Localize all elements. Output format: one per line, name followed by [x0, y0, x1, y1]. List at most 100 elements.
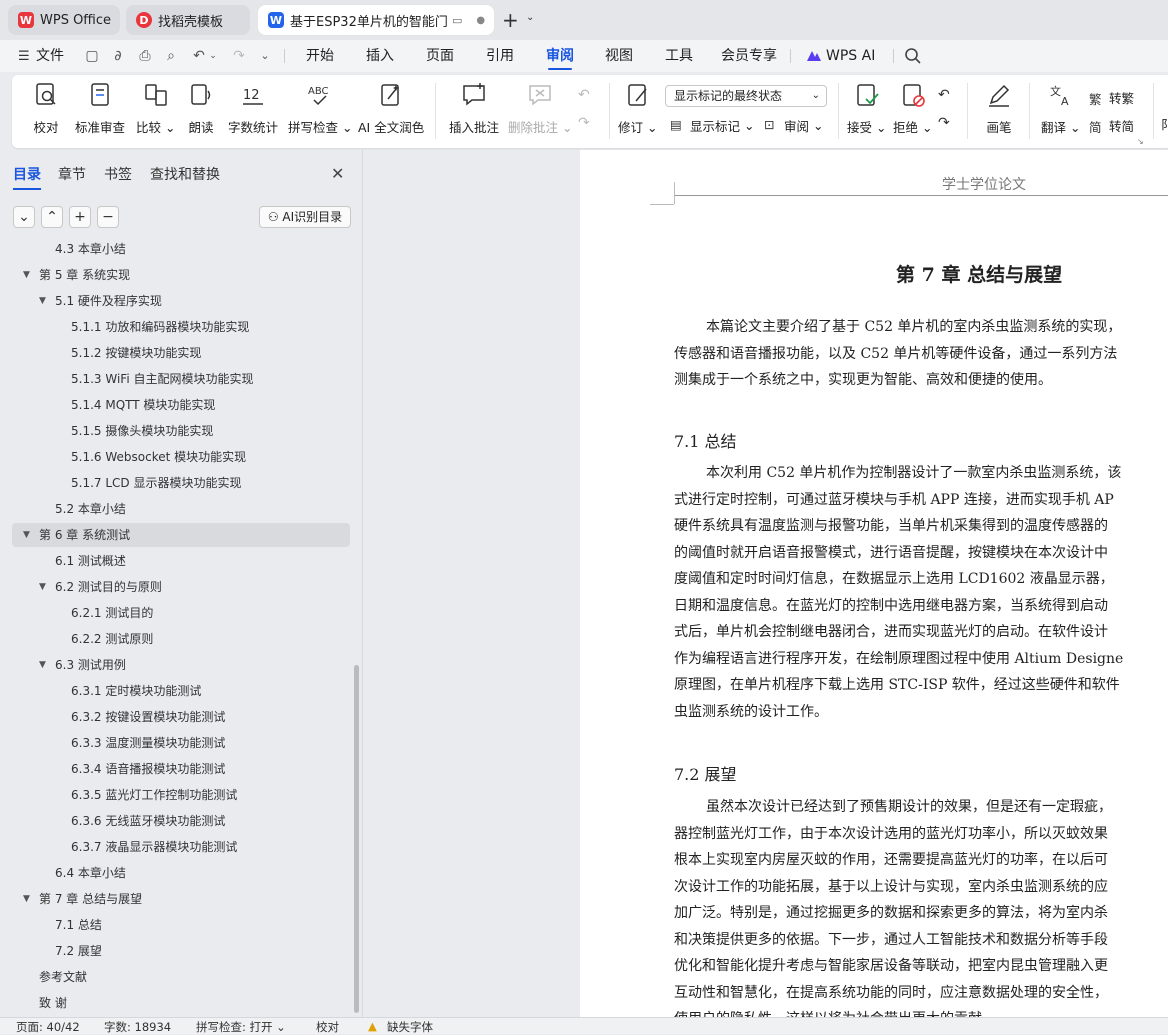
accept-button[interactable]: 接受 ⌄ [847, 81, 886, 143]
page-indicator[interactable]: 页面: 40/42 [16, 1019, 80, 1035]
show-markup-button[interactable]: ▤ 显示标记 ⌄ [670, 114, 754, 136]
translate-button[interactable]: 文A 翻译 ⌄ [1041, 81, 1080, 143]
expand-arrow-icon[interactable]: ▼ [39, 653, 46, 677]
proofread-button[interactable]: 校对 [32, 81, 60, 143]
missing-font-status[interactable]: 缺失字体 [387, 1019, 433, 1035]
toc-item[interactable]: 6.3.7 液晶显示器模块功能测试 [71, 835, 237, 859]
toc-item[interactable]: 7.1 总结 [55, 913, 102, 937]
add-heading-button[interactable]: + [69, 206, 91, 228]
toc-item[interactable]: 参考文献 [39, 965, 87, 989]
tab-toc[interactable]: 目录 [13, 164, 41, 190]
proofread-status[interactable]: 校对 [316, 1019, 339, 1035]
toc-item[interactable]: 致 谢 [39, 991, 67, 1015]
tab-document[interactable]: W 基于ESP32单片机的智能门铃 ▭ ● [258, 5, 494, 35]
standard-review-button[interactable]: 标准审查 [75, 81, 125, 143]
menu-references[interactable]: 引用 [486, 40, 514, 72]
toc-item[interactable]: 6.3.6 无线蓝牙模块功能测试 [71, 809, 225, 833]
word-count-button[interactable]: 12 字数统计 [228, 81, 278, 143]
toc-item[interactable]: 5.1.4 MQTT 模块功能实现 [71, 393, 215, 417]
word-count-indicator[interactable]: 字数: 18934 [104, 1019, 171, 1035]
menu-start[interactable]: 开始 [306, 40, 334, 72]
toc-item[interactable]: 6.2.2 测试原则 [71, 627, 153, 651]
menu-insert[interactable]: 插入 [366, 40, 394, 72]
expand-arrow-icon[interactable]: ▼ [23, 263, 30, 287]
tab-find-replace[interactable]: 查找和替换 [150, 164, 220, 184]
dialog-launcher-icon[interactable]: ↘ [1137, 137, 1144, 146]
markup-view-select[interactable]: 显示标记的最终状态 ⌄ [665, 85, 827, 107]
print-preview-icon[interactable]: ⌕ [163, 48, 179, 64]
unsaved-dot-icon[interactable]: ● [476, 15, 485, 26]
toc-item[interactable]: 5.1.3 WiFi 自主配网模块功能实现 [71, 367, 253, 391]
toc-item[interactable]: 5.1.6 Websocket 模块功能实现 [71, 445, 246, 469]
insert-comment-button[interactable]: 插入批注 [449, 81, 499, 143]
to-simplified-button[interactable]: 简 转简 [1089, 114, 1134, 136]
toc-item[interactable]: 5.1.7 LCD 显示器模块功能实现 [71, 471, 241, 495]
print-icon[interactable]: ⎙ [137, 48, 153, 64]
menu-tools[interactable]: 工具 [665, 40, 693, 72]
toc-item[interactable]: 6.4 本章小结 [55, 861, 126, 885]
toc-item[interactable]: 第 7 章 总结与展望 [39, 887, 142, 911]
toc-item[interactable]: 5.1.2 按键模块功能实现 [71, 341, 201, 365]
reject-button[interactable]: 拒绝 ⌄ [893, 81, 932, 143]
spell-check-button[interactable]: ABC 拼写检查 ⌄ [288, 81, 352, 143]
chevron-down-icon[interactable]: ⌄ [526, 12, 534, 23]
toc-item[interactable]: 6.2 测试目的与原则 [55, 575, 162, 599]
toc-item[interactable]: 6.3.5 蓝光灯工作控制功能测试 [71, 783, 237, 807]
pen-button[interactable]: 画笔 [985, 81, 1013, 143]
to-traditional-button[interactable]: 繁 转繁 [1089, 86, 1134, 108]
new-tab-icon[interactable]: + [502, 8, 519, 32]
tab-docer[interactable]: D 找稻壳模板 [126, 5, 250, 35]
toc-item[interactable]: 6.1 测试概述 [55, 549, 126, 573]
ai-toc-button[interactable]: ⚇ AI识别目录 [259, 206, 351, 228]
toc-item[interactable]: 6.3.2 按键设置模块功能测试 [71, 705, 225, 729]
hamburger-icon[interactable]: ☰ [18, 49, 30, 64]
tab-wps-office[interactable]: W WPS Office [8, 5, 120, 35]
search-icon[interactable] [904, 47, 922, 65]
remove-heading-button[interactable]: − [97, 206, 119, 228]
toc-item[interactable]: 6.3.3 温度测量模块功能测试 [71, 731, 225, 755]
toc-item[interactable]: 第 5 章 系统实现 [39, 263, 130, 287]
save-icon[interactable]: ▢ [84, 48, 100, 64]
tab-label: 基于ESP32单片机的智能门铃 [290, 14, 448, 30]
expand-arrow-icon[interactable]: ▼ [23, 887, 30, 911]
toc-item[interactable]: 6.2.1 测试目的 [71, 601, 153, 625]
more-dropdown-icon[interactable]: ⌄ [257, 48, 273, 64]
previous-change-icon[interactable]: ↶ [938, 87, 950, 103]
toc-scrollbar[interactable] [354, 665, 359, 1013]
ribbon-overflow-label[interactable]: 阝 [1161, 116, 1168, 133]
undo-dropdown-icon[interactable]: ⌄ [205, 48, 221, 64]
expand-arrow-icon[interactable]: ▼ [39, 575, 46, 599]
spell-check-status[interactable]: 拼写检查: 打开 ⌄ [196, 1019, 286, 1035]
toc-item[interactable]: 第 6 章 系统测试 [39, 523, 130, 547]
track-changes-button[interactable]: 修订 ⌄ [618, 81, 657, 143]
tab-sections[interactable]: 章节 [58, 164, 86, 184]
menu-wps-ai[interactable]: WPS AI [826, 40, 875, 72]
expand-arrow-icon[interactable]: ▼ [39, 289, 46, 313]
toc-item[interactable]: 5.1 硬件及程序实现 [55, 289, 162, 313]
expand-up-button[interactable]: ⌃ [41, 206, 63, 228]
toc-item[interactable]: 6.3.1 定时模块功能测试 [71, 679, 201, 703]
menu-member[interactable]: 会员专享 [721, 40, 777, 72]
toc-item[interactable]: 5.1.1 功放和编码器模块功能实现 [71, 315, 249, 339]
menu-view[interactable]: 视图 [605, 40, 633, 72]
compare-button[interactable]: 比较 ⌄ [136, 81, 175, 143]
read-aloud-button[interactable]: 朗读 [187, 81, 215, 143]
toc-item[interactable]: 4.3 本章小结 [55, 242, 126, 261]
review-pane-button[interactable]: ⊡ 审阅 ⌄ [764, 114, 823, 136]
monitor-icon[interactable]: ▭ [452, 14, 462, 27]
toc-item[interactable]: 6.3.4 语音播报模块功能测试 [71, 757, 225, 781]
ai-polish-button[interactable]: AI 全文润色 [358, 81, 424, 143]
close-icon[interactable]: ✕ [331, 164, 344, 183]
next-change-icon[interactable]: ↷ [938, 115, 950, 131]
toc-item[interactable]: 6.3 测试用例 [55, 653, 126, 677]
menu-review[interactable]: 审阅 [546, 40, 574, 72]
link-icon[interactable]: ∂ [110, 48, 126, 64]
file-menu[interactable]: 文件 [36, 40, 64, 72]
tab-bookmarks[interactable]: 书签 [104, 164, 132, 184]
collapse-all-button[interactable]: ⌄ [13, 206, 35, 228]
menu-page[interactable]: 页面 [426, 40, 454, 72]
toc-item[interactable]: 5.2 本章小结 [55, 497, 126, 521]
expand-arrow-icon[interactable]: ▼ [23, 523, 30, 547]
toc-item[interactable]: 7.2 展望 [55, 939, 102, 963]
toc-item[interactable]: 5.1.5 摄像头模块功能实现 [71, 419, 213, 443]
